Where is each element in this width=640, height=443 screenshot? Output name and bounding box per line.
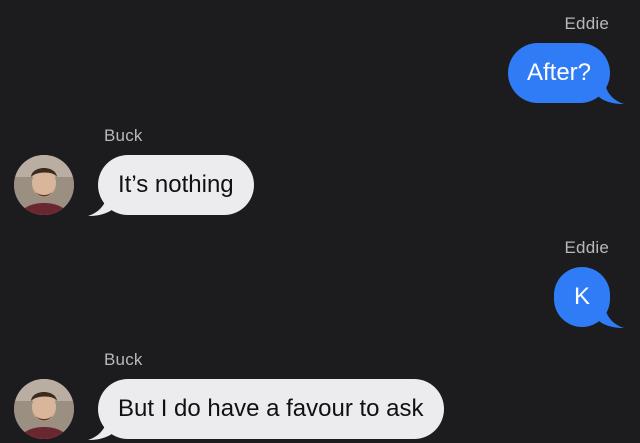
chat-thread: Eddie After? Buck It’s nothing Eddie K B… — [0, 0, 640, 443]
bubble-tail-icon — [598, 80, 624, 104]
message-bubble[interactable]: But I do have a favour to ask — [98, 379, 444, 439]
message-bubble[interactable]: It’s nothing — [98, 155, 254, 215]
profile-photo-icon — [14, 155, 74, 215]
avatar[interactable] — [14, 379, 74, 439]
bubble-tail-icon — [598, 304, 624, 328]
avatar[interactable] — [14, 155, 74, 215]
profile-photo-icon — [14, 379, 74, 439]
sender-label: Eddie — [564, 14, 609, 33]
sender-label: Eddie — [564, 238, 609, 257]
sender-label: Buck — [104, 126, 143, 145]
message-bubble[interactable]: After? — [507, 43, 610, 103]
sender-label: Buck — [104, 350, 143, 369]
